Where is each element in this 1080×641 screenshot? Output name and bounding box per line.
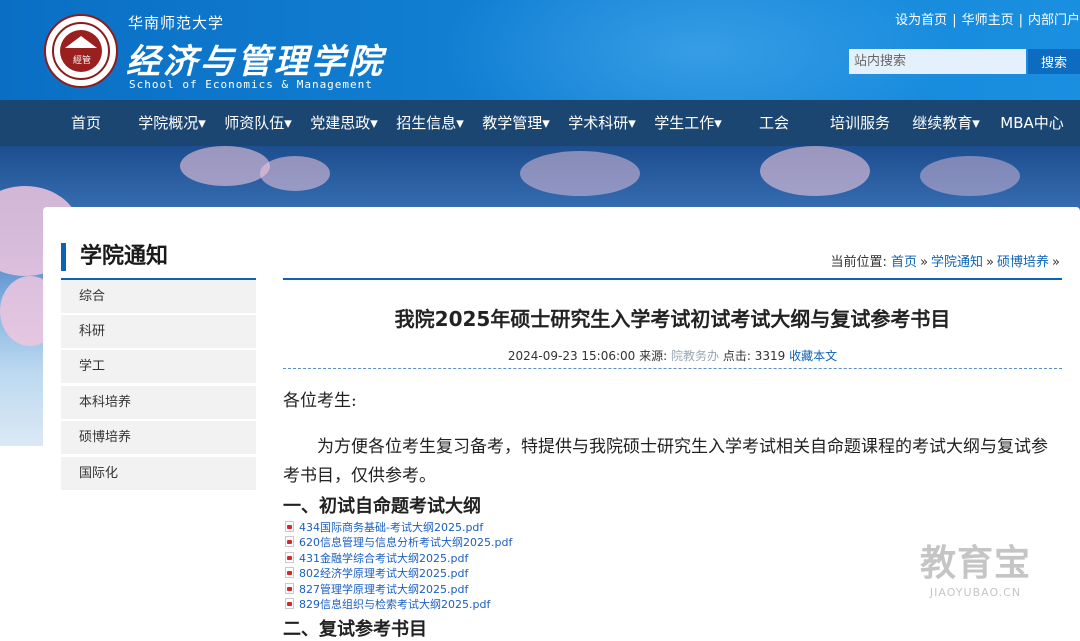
file-link[interactable]: 802经济学原理考试大纲2025.pdf [285, 566, 468, 581]
nav-item-about[interactable]: 学院概况▾ [138, 100, 206, 146]
breadcrumb: 当前位置: 首页» 学院通知» 硕博培养» [831, 251, 1063, 270]
article-source: 院教务办 [671, 349, 720, 363]
file-link-label: 827管理学原理考试大纲2025.pdf [299, 583, 469, 596]
sidebar-title: 学院通知 [61, 243, 168, 271]
pdf-icon [285, 552, 294, 563]
site-search-input[interactable] [849, 49, 1026, 74]
top-link-separator: | [1018, 13, 1023, 28]
sidebar-item-international[interactable]: 国际化 [61, 457, 256, 490]
article-title: 我院2025年硕士研究生入学考试初试考试大纲与复试参考书目 [394, 307, 951, 331]
school-name-en: School of Economics & Management [129, 78, 373, 91]
watermark: 教育宝 JIAOYUBAO.CN [920, 543, 1032, 600]
file-link-label: 829信息组织与检索考试大纲2025.pdf [299, 598, 491, 611]
nav-item-training[interactable]: 培训服务 [830, 100, 890, 146]
seal-roof-icon [65, 36, 97, 48]
sidebar-item-graduate[interactable]: 硕博培养 [61, 421, 256, 454]
file-link-label: 431金融学综合考试大纲2025.pdf [299, 552, 469, 565]
watermark-text: 教育宝 [920, 543, 1032, 584]
nav-item-admissions[interactable]: 招生信息▾ [396, 100, 464, 146]
sidebar-item-general[interactable]: 综合 [61, 280, 256, 313]
university-name: 华南师范大学 [128, 14, 225, 32]
article-meta: 2024-09-23 15:06:00 来源: 院教务办 点击: 3319 收藏… [283, 347, 1062, 364]
site-search-button[interactable]: 搜索 [1028, 49, 1080, 74]
nav-item-teaching[interactable]: 教学管理▾ [482, 100, 550, 146]
watermark-url: JIAOYUBAO.CN [929, 586, 1022, 599]
pdf-icon [285, 536, 294, 547]
file-link[interactable]: 431金融学综合考试大纲2025.pdf [285, 551, 468, 566]
banner-blossom [260, 156, 330, 191]
banner-blossom [520, 151, 640, 196]
article-clicks: 3319 [754, 349, 786, 363]
article-paragraph: 为方便各位考生复习备考，特提供与我院硕士研究生入学考试相关自命题课程的考试大纲与… [283, 437, 1048, 486]
top-link-university-home[interactable]: 华师主页 [962, 13, 1014, 28]
banner-blossom [760, 146, 870, 196]
file-link[interactable]: 827管理学原理考试大纲2025.pdf [285, 582, 468, 597]
nav-item-research[interactable]: 学术科研▾ [568, 100, 636, 146]
pdf-icon [285, 583, 294, 594]
breadcrumb-separator: » [1052, 255, 1060, 270]
article-date: 2024-09-23 15:06:00 [507, 349, 636, 363]
file-link-label: 802经济学原理考试大纲2025.pdf [299, 567, 469, 580]
favorite-link[interactable]: 收藏本文 [789, 349, 837, 363]
breadcrumb-separator: » [986, 255, 995, 270]
section-heading-outlines: 一、初试自命题考试大纲 [283, 496, 481, 517]
breadcrumb-graduate[interactable]: 硕博培养 [997, 255, 1049, 270]
sidebar-item-research[interactable]: 科研 [61, 315, 256, 348]
file-link-label: 434国际商务基础-考试大纲2025.pdf [299, 521, 484, 534]
main-title-underline [283, 278, 1062, 280]
top-link-intranet[interactable]: 内部门户 [1028, 13, 1080, 28]
top-link-separator: | [952, 13, 957, 28]
pdf-icon [285, 521, 294, 532]
main-nav: 首页 学院概况▾ 师资队伍▾ 党建思政▾ 招生信息▾ 教学管理▾ 学术科研▾ 学… [0, 100, 1080, 146]
nav-item-faculty[interactable]: 师资队伍▾ [224, 100, 292, 146]
breadcrumb-prefix: 当前位置: [830, 255, 887, 270]
sidebar-item-student-affairs[interactable]: 学工 [61, 350, 256, 383]
meta-divider [283, 368, 1062, 369]
article-source-label: 来源: [639, 349, 668, 363]
nav-item-party[interactable]: 党建思政▾ [310, 100, 378, 146]
school-name-cn[interactable]: 经济与管理学院 [126, 34, 385, 83]
file-link[interactable]: 620信息管理与信息分析考试大纲2025.pdf [285, 535, 512, 550]
banner-blossom [180, 146, 270, 186]
banner-blossom [920, 156, 1020, 196]
breadcrumb-separator: » [920, 255, 929, 270]
school-seal-logo[interactable]: 經管 [44, 14, 118, 88]
pdf-icon [285, 567, 294, 578]
file-link[interactable]: 434国际商务基础-考试大纲2025.pdf [285, 520, 483, 535]
nav-item-students[interactable]: 学生工作▾ [654, 100, 722, 146]
article-clicks-label: 点击: [722, 349, 751, 363]
nav-item-mba[interactable]: MBA中心 [1000, 100, 1064, 146]
breadcrumb-notices[interactable]: 学院通知 [931, 255, 983, 270]
seal-text: 經管 [72, 56, 91, 66]
file-link-label: 620信息管理与信息分析考试大纲2025.pdf [299, 536, 513, 549]
nav-item-home[interactable]: 首页 [71, 100, 101, 146]
sidebar-item-undergraduate[interactable]: 本科培养 [61, 386, 256, 419]
section-heading-references: 二、复试参考书目 [283, 619, 427, 640]
top-links: 设为首页 | 华师主页 | 内部门户 [895, 9, 1080, 28]
breadcrumb-home[interactable]: 首页 [891, 255, 917, 270]
site-header: 經管 华南师范大学 经济与管理学院 School of Economics & … [0, 0, 1080, 100]
file-link[interactable]: 829信息组织与检索考试大纲2025.pdf [285, 597, 490, 612]
nav-item-continuing[interactable]: 继续教育▾ [912, 100, 980, 146]
article-greeting: 各位考生: [283, 391, 357, 411]
top-link-set-homepage[interactable]: 设为首页 [895, 13, 947, 28]
nav-item-union[interactable]: 工会 [759, 100, 789, 146]
pdf-icon [285, 598, 294, 609]
